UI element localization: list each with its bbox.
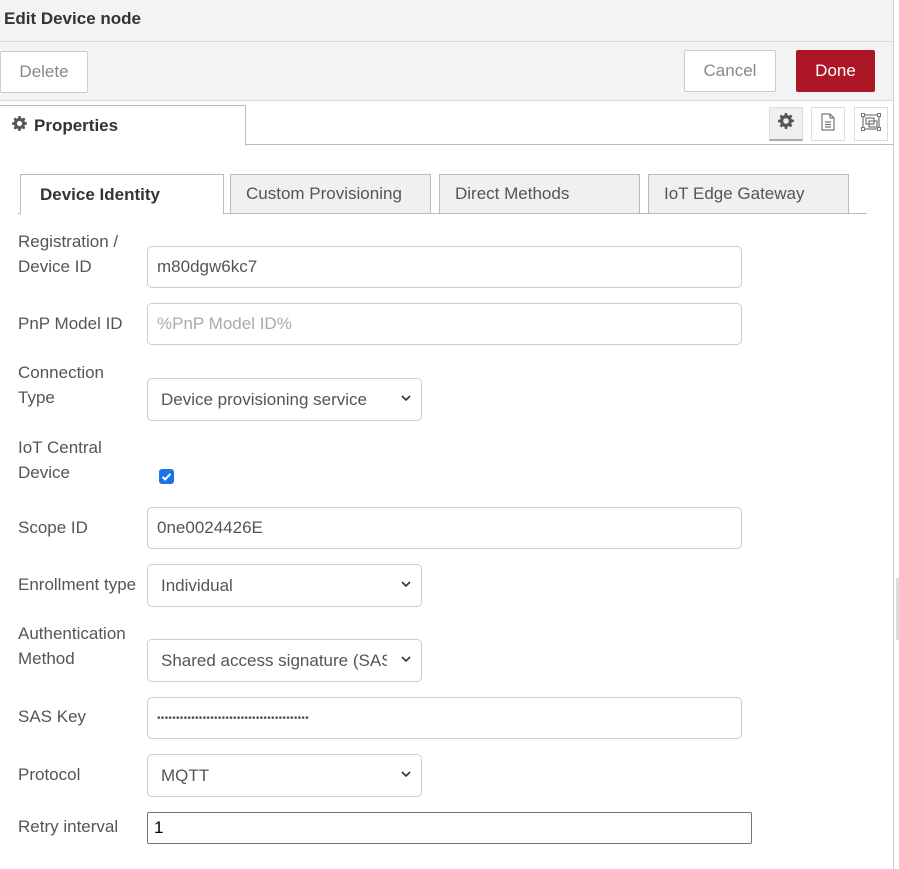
sas-key-input[interactable]: ••••••••••••••••••••••••••••••••••••••••: [147, 697, 742, 739]
protocol-value: MQTT: [161, 765, 210, 785]
tray-title: Edit Device node: [0, 0, 893, 42]
connection-type-select[interactable]: Device provisioning service: [147, 378, 422, 421]
registration-id-label: Registration / Device ID: [18, 229, 118, 279]
gear-icon: [778, 113, 794, 134]
chevron-down-icon: [401, 395, 411, 402]
chevron-down-icon: [401, 656, 411, 663]
cancel-button[interactable]: Cancel: [684, 50, 776, 92]
registration-id-input[interactable]: m80dgw6kc7: [147, 246, 742, 288]
device-subtabs: Device Identity Custom Provisioning Dire…: [18, 174, 867, 215]
tab-custom-provisioning[interactable]: Custom Provisioning: [230, 174, 431, 214]
iot-central-label-line2: Device: [18, 463, 70, 482]
auth-method-label-line1: Authentication: [18, 624, 126, 643]
auth-method-label: Authentication Method: [18, 621, 126, 671]
protocol-label: Protocol: [18, 765, 81, 784]
tab-properties-label: Properties: [34, 115, 119, 135]
properties-tabbar: Properties: [0, 101, 893, 146]
iot-central-label: IoT Central Device: [18, 435, 102, 485]
checkmark-icon: [161, 473, 172, 481]
iot-central-checkbox[interactable]: [159, 469, 174, 484]
chevron-down-icon: [401, 581, 411, 588]
enrollment-type-label: Enrollment type: [18, 575, 137, 594]
connection-type-label: Connection Type: [18, 360, 104, 410]
delete-button[interactable]: Delete: [0, 51, 88, 93]
retry-interval-input[interactable]: 1: [147, 812, 752, 844]
enrollment-type-select[interactable]: Individual: [147, 564, 422, 607]
pnp-model-id-input[interactable]: %PnP Model ID%: [147, 303, 742, 345]
tab-direct-methods[interactable]: Direct Methods: [439, 174, 640, 214]
done-button[interactable]: Done: [796, 50, 875, 92]
tab-device-identity[interactable]: Device Identity: [20, 174, 224, 215]
connection-type-label-line1: Connection: [18, 363, 105, 382]
frame-icon: [861, 112, 881, 136]
scope-id-input[interactable]: 0ne0024426E: [147, 507, 742, 549]
node-properties-button[interactable]: [769, 107, 803, 141]
connection-type-value: Device provisioning service: [161, 389, 367, 409]
tray-toolbar: Delete Cancel Done: [0, 42, 893, 101]
gear-icon: [12, 115, 27, 136]
chevron-down-icon: [401, 771, 411, 778]
protocol-select[interactable]: MQTT: [147, 754, 422, 797]
scope-id-label: Scope ID: [18, 518, 88, 537]
tab-properties[interactable]: Properties: [0, 105, 246, 146]
node-description-button[interactable]: [811, 107, 845, 141]
sas-key-masked-value: ••••••••••••••••••••••••••••••••••••••••: [157, 712, 310, 724]
enrollment-type-value: Individual: [161, 575, 233, 595]
connection-type-label-line2: Type: [18, 388, 55, 407]
edit-node-tray: Edit Device node Delete Cancel Done Prop…: [0, 0, 893, 869]
registration-id-label-line2: Device ID: [18, 257, 92, 276]
tab-iot-edge-gateway[interactable]: IoT Edge Gateway: [648, 174, 849, 214]
sas-key-label: SAS Key: [18, 707, 87, 726]
auth-method-label-line2: Method: [18, 649, 75, 668]
iot-central-label-line1: IoT Central: [18, 438, 102, 457]
scrollbar-track[interactable]: [894, 0, 899, 869]
document-icon: [820, 112, 836, 136]
auth-method-select[interactable]: Shared access signature (SAS): [147, 639, 422, 682]
auth-method-value: Shared access signature (SAS): [161, 650, 387, 670]
pnp-model-id-label: PnP Model ID: [18, 314, 123, 333]
retry-interval-label: Retry interval: [18, 817, 119, 836]
node-appearance-button[interactable]: [854, 107, 888, 141]
registration-id-label-line1: Registration /: [18, 232, 119, 251]
